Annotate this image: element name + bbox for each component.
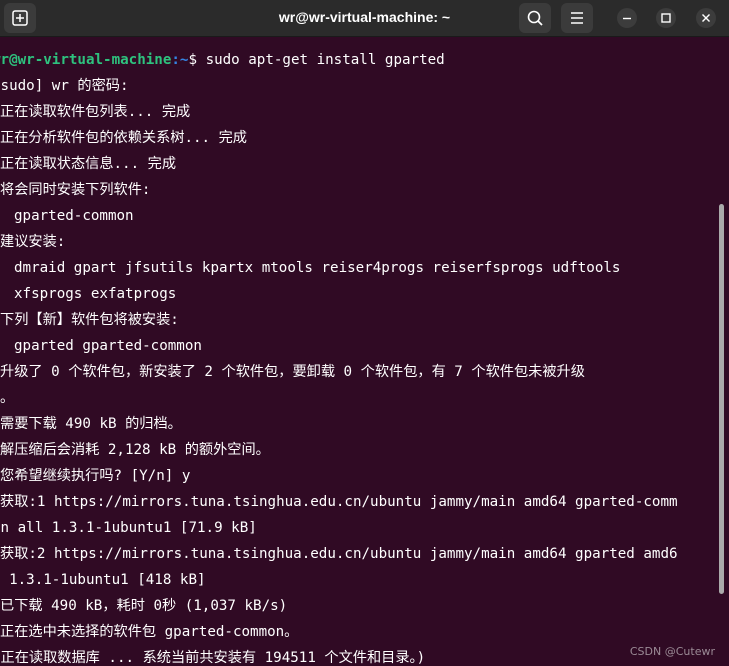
output-line: 您希望继续执行吗? [Y/n] y: [0, 468, 191, 484]
output-line: 解压缩后会消耗 2,128 kB 的额外空间。: [0, 442, 270, 458]
output-line: 获取:1 https://mirrors.tuna.tsinghua.edu.c…: [0, 494, 678, 510]
title-bar: wr@wr-virtual-machine: ~: [0, 0, 729, 37]
scrollbar[interactable]: [719, 204, 724, 594]
output-line: 正在读取状态信息... 完成: [0, 156, 177, 172]
output-line: 。: [0, 390, 15, 406]
search-button[interactable]: [519, 3, 551, 33]
terminal-output: wr@wr-virtual-machine:~$ sudo apt-get in…: [0, 47, 729, 666]
prompt-path: :~: [171, 52, 189, 68]
maximize-button[interactable]: [656, 8, 676, 28]
output-line: gparted gparted-common: [14, 338, 202, 354]
output-line: 正在选中未选择的软件包 gparted-common。: [0, 624, 299, 640]
output-line: 升级了 0 个软件包，新安装了 2 个软件包，要卸载 0 个软件包，有 7 个软…: [0, 364, 585, 380]
output-line: [sudo] wr 的密码:: [0, 78, 129, 94]
prompt-symbol: $: [188, 52, 206, 68]
output-line: 下列【新】软件包将被安装:: [0, 312, 179, 328]
prompt-command: sudo apt-get install gparted: [205, 52, 445, 68]
hamburger-menu-icon: [571, 12, 583, 24]
output-line: 正在读取软件包列表... 完成: [0, 104, 191, 120]
prompt-line: wr@wr-virtual-machine:~$ sudo apt-get in…: [0, 47, 729, 73]
output-line: 已下载 490 kB，耗时 0秒 (1,037 kB/s): [0, 598, 288, 614]
prompt-user-host: wr@wr-virtual-machine: [0, 52, 172, 68]
watermark: CSDN @Cutewr: [629, 645, 715, 658]
output-line: 建议安装:: [0, 234, 66, 250]
close-button[interactable]: [696, 8, 716, 28]
minimize-button[interactable]: [617, 8, 637, 28]
output-line: 获取:2 https://mirrors.tuna.tsinghua.edu.c…: [0, 546, 678, 562]
menu-button[interactable]: [561, 3, 593, 33]
close-icon: [702, 14, 710, 22]
terminal-area[interactable]: wr@wr-virtual-machine:~$ sudo apt-get in…: [0, 38, 729, 666]
minimize-icon: [623, 17, 631, 20]
maximize-icon: [661, 13, 671, 23]
output-line: (正在读取数据库 ... 系统当前共安装有 194511 个文件和目录。): [0, 650, 426, 666]
output-line: dmraid gpart jfsutils kpartx mtools reis…: [14, 260, 621, 276]
search-icon: [527, 10, 543, 26]
output-line: xfsprogs exfatprogs: [14, 286, 177, 302]
output-line: 将会同时安装下列软件:: [0, 182, 151, 198]
output-line: 需要下载 490 kB 的归档。: [0, 416, 182, 432]
output-line: on all 1.3.1-1ubuntu1 [71.9 kB]: [0, 520, 257, 536]
output-line: 正在分析软件包的依赖关系树... 完成: [0, 130, 247, 146]
output-line: gparted-common: [14, 208, 134, 224]
output-line: 4 1.3.1-1ubuntu1 [418 kB]: [0, 572, 206, 588]
